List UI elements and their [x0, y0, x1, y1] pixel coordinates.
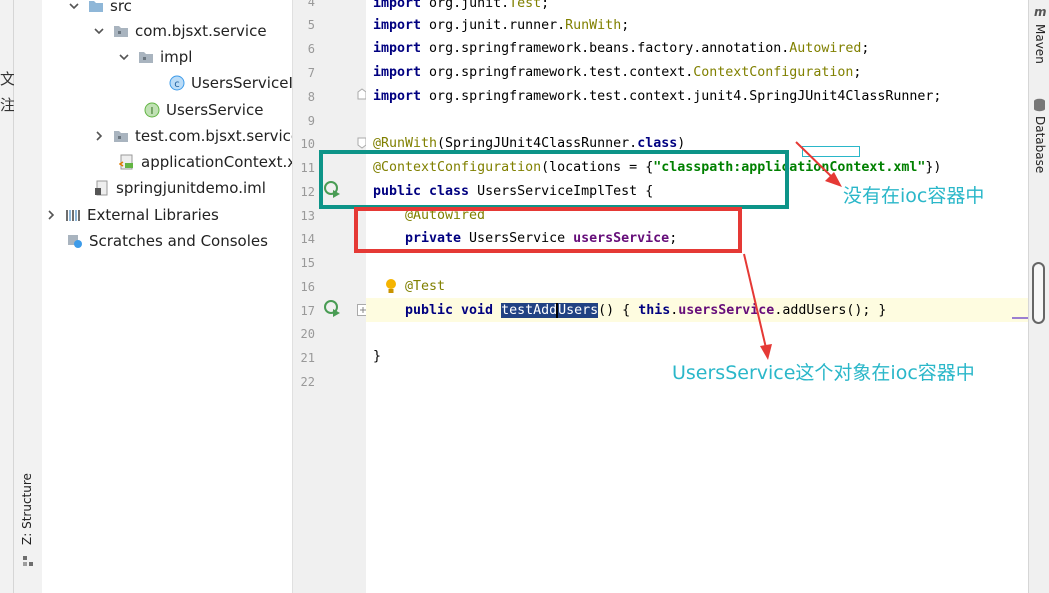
line-number: 11	[300, 161, 315, 175]
chevron-down-icon[interactable]	[118, 51, 130, 63]
line-number: 21	[300, 351, 315, 365]
tree-item-com-bjsxt-service[interactable]: com.bjsxt.service	[93, 19, 267, 43]
code-editor[interactable]: import org.junit.Test; import org.junit.…	[366, 0, 1028, 593]
highlight-box-autowired-field	[354, 207, 742, 253]
module-file-icon	[95, 180, 108, 196]
svg-text:I: I	[151, 106, 154, 117]
callout-users-service-in-ioc: UsersService这个对象在ioc容器中	[672, 362, 975, 384]
structure-tab[interactable]: Z: Structure	[20, 473, 34, 545]
tree-item-label: External Libraries	[87, 206, 219, 224]
xml-icon	[119, 154, 133, 170]
callout-not-in-ioc: 没有在ioc容器中	[843, 185, 985, 207]
maven-tab[interactable]: Maven	[1033, 24, 1047, 64]
code-line-21: }	[373, 349, 382, 364]
selected-method-name[interactable]: testAddUsers	[501, 303, 599, 318]
line-number: 17	[300, 304, 315, 318]
tree-item-label: test.com.bjsxt.service	[135, 127, 293, 145]
tree-item-label: springjunitdemo.iml	[116, 179, 266, 197]
line-number: 15	[300, 256, 315, 270]
interface-icon: I	[144, 102, 160, 118]
line-number: 6	[307, 42, 315, 56]
tree-item-impl[interactable]: impl	[118, 45, 192, 69]
line-number: 12	[300, 185, 315, 199]
svg-text:c: c	[174, 79, 180, 90]
tree-item-label: impl	[160, 48, 193, 66]
left-edge-strip: 文 注	[0, 0, 16, 593]
tree-item-users-service[interactable]: I UsersService	[144, 98, 263, 122]
code-line-5: import org.junit.runner.RunWith;	[373, 18, 630, 33]
maven-icon: m	[1034, 5, 1047, 18]
chevron-down-icon[interactable]	[93, 25, 105, 37]
code-line-7: import org.springframework.test.context.…	[373, 65, 862, 80]
database-tab[interactable]: Database	[1033, 116, 1047, 173]
package-icon	[114, 26, 128, 37]
class-icon: c	[169, 75, 185, 91]
line-number: 7	[307, 66, 315, 80]
tree-item-scratches-and-consoles[interactable]: Scratches and Consoles	[67, 229, 268, 253]
tree-item-application-context-xml[interactable]: applicationContext.xml	[119, 150, 292, 174]
line-number: 4	[307, 0, 315, 9]
code-line-16: @Test	[405, 279, 446, 294]
line-number: 16	[300, 280, 315, 294]
libraries-icon	[66, 210, 80, 221]
editor-gutter: 4 5 6 7 8 9 10 11 12 13 14 15 16 17 20 2…	[293, 0, 369, 593]
chevron-down-icon[interactable]	[68, 0, 80, 12]
structure-tool-window-bar: Z: Structure	[14, 0, 43, 593]
code-line-8: import org.springframework.test.context.…	[373, 89, 942, 104]
tree-item-users-service-impl[interactable]: c UsersServiceImpl	[169, 71, 293, 95]
line-number: 20	[300, 327, 315, 341]
highlight-box-context-configuration	[319, 150, 789, 209]
package-icon	[139, 52, 153, 63]
tree-item-springjunitdemo-iml[interactable]: springjunitdemo.iml	[94, 176, 266, 200]
chevron-right-icon[interactable]	[93, 130, 105, 142]
line-number: 10	[300, 137, 315, 151]
tree-item-label: UsersServiceImpl	[191, 74, 293, 92]
tree-item-label: src	[110, 0, 132, 15]
chevron-right-icon[interactable]	[45, 209, 57, 221]
line-number: 9	[307, 114, 315, 128]
tree-item-label: com.bjsxt.service	[135, 22, 267, 40]
database-icon	[1034, 98, 1045, 112]
cut-off-text: 文	[0, 70, 16, 88]
line-number: 13	[300, 209, 315, 223]
svg-text:m: m	[1034, 5, 1047, 18]
scrollbar-thumb[interactable]	[1032, 262, 1045, 324]
scratches-icon	[68, 235, 82, 248]
structure-icon	[23, 556, 33, 566]
scroll-marker	[1012, 317, 1028, 319]
tree-item-label: applicationContext.xml	[141, 153, 292, 171]
line-number: 22	[300, 375, 315, 389]
code-line-6: import org.springframework.beans.factory…	[373, 41, 870, 56]
package-icon	[114, 131, 128, 142]
project-tree: src com.bjsxt.service impl c UsersServic…	[42, 0, 293, 593]
tree-item-label: Scratches and Consoles	[89, 232, 268, 250]
tree-item-external-libraries[interactable]: External Libraries	[45, 203, 219, 227]
line-number: 14	[300, 232, 315, 246]
line-number: 5	[307, 18, 315, 32]
run-test-method-icon[interactable]	[323, 299, 343, 319]
tree-item-src[interactable]: src	[68, 0, 132, 18]
lightbulb-icon[interactable]	[384, 278, 398, 296]
tree-item-label: UsersService	[166, 101, 264, 119]
code-line-17: public void testAddUsers() { this.usersS…	[405, 303, 887, 318]
folder-icon	[89, 1, 103, 12]
tree-item-test-com-bjsxt-service[interactable]: test.com.bjsxt.service	[93, 124, 293, 148]
small-annotation-rect	[802, 146, 860, 157]
line-number: 8	[307, 90, 315, 104]
cut-off-text: 注	[0, 96, 16, 114]
